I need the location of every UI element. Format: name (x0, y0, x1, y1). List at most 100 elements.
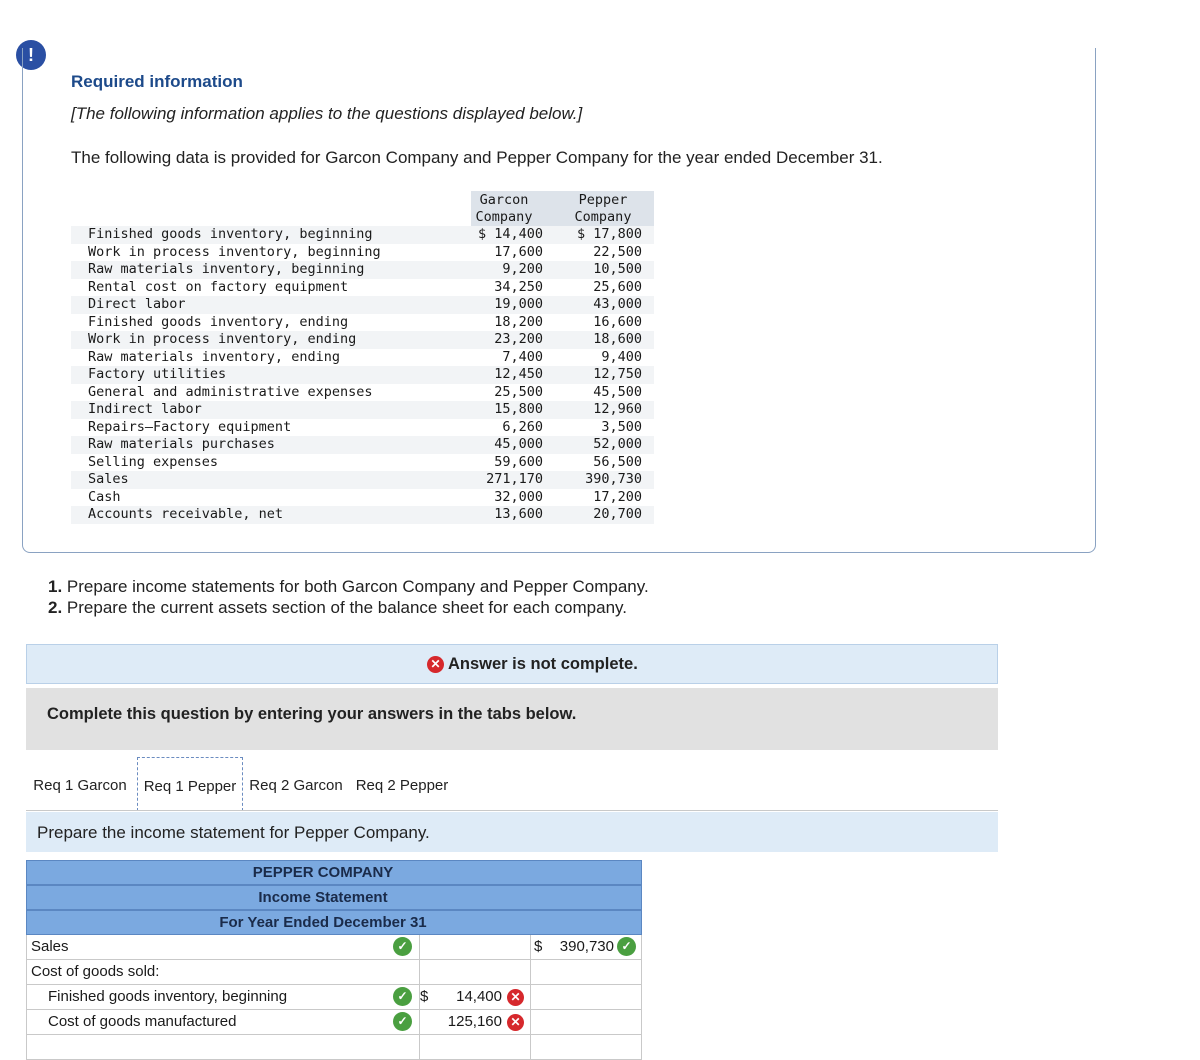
pepper-value: 20,700 (593, 506, 642, 522)
row-label: Accounts receivable, net (88, 506, 284, 522)
pepper-value: 17,200 (593, 488, 642, 505)
row-label: Indirect labor (88, 401, 202, 417)
garcon-value: 45,000 (494, 436, 543, 452)
pepper-value: 9,400 (601, 348, 642, 365)
data-table-row: Finished goods inventory, ending 18,200 16… (71, 314, 654, 332)
row-label: Raw materials inventory, beginning (88, 261, 365, 277)
data-table-row: Raw materials inventory, ending 7,400 9,40… (71, 349, 654, 367)
garcon-value: 271,170 (486, 471, 543, 487)
data-table-row: Sales 271,170 390,730 (71, 471, 654, 489)
tab-divider (26, 810, 998, 811)
pepper-value: 3,500 (601, 418, 642, 435)
pepper-value: 12,960 (593, 401, 642, 417)
fg-beginning-label[interactable]: Finished goods inventory, beginning (48, 988, 287, 1005)
garcon-value: $ 14,400 (477, 226, 543, 242)
data-table-row: Raw materials inventory, beginning 9,200 1… (71, 261, 654, 279)
data-table-row: Raw materials purchases 45,000 52,000 (71, 436, 654, 454)
row-label: General and administrative expenses (88, 383, 373, 400)
pepper-value: 390,730 (585, 471, 642, 487)
sales-label[interactable]: Sales (31, 938, 69, 955)
data-table-header: Garcon Company Pepper Company (471, 191, 654, 226)
row-label: Raw materials inventory, ending (88, 348, 340, 365)
col-header-pepper: Pepper Company (574, 192, 632, 225)
row-label: Sales (88, 471, 129, 487)
garcon-value: 59,600 (494, 453, 543, 470)
row-cogm: Cost of goods manufactured ✓ 125,160 ✕ (26, 1010, 642, 1035)
prompt-bar: Prepare the income statement for Pepper … (26, 812, 998, 852)
pepper-value: 16,600 (593, 313, 642, 330)
data-table-row: Accounts receivable, net 13,600 20,700 (71, 506, 654, 524)
garcon-value: 32,000 (494, 488, 543, 505)
cogs-label[interactable]: Cost of goods sold: (31, 963, 159, 980)
check-icon: ✓ (393, 937, 412, 956)
row-label: Finished goods inventory, ending (88, 313, 349, 330)
pepper-value: 56,500 (593, 453, 642, 470)
cogm-label[interactable]: Cost of goods manufactured (48, 1013, 236, 1030)
row-fg-beginning: Finished goods inventory, beginning ✓ $ … (26, 985, 642, 1010)
pepper-value: 18,600 (593, 331, 642, 347)
statement-title: Income Statement (26, 885, 642, 910)
garcon-value: 13,600 (494, 506, 543, 522)
garcon-value: 17,600 (494, 243, 543, 260)
garcon-value: 25,500 (494, 383, 543, 400)
garcon-value: 23,200 (494, 331, 543, 347)
pepper-value: 12,750 (593, 366, 642, 382)
data-table-row: Factory utilities 12,450 12,750 (71, 366, 654, 384)
garcon-value: 12,450 (494, 366, 543, 382)
data-table-row: Indirect labor 15,800 12,960 (71, 401, 654, 419)
incorrect-icon: ✕ (507, 1013, 524, 1031)
garcon-value: 7,400 (502, 348, 543, 365)
row-label: Repairs—Factory equipment (88, 418, 292, 435)
statement-company: PEPPER COMPANY (26, 860, 642, 885)
row-empty (26, 1035, 642, 1060)
pepper-value: 52,000 (593, 436, 642, 452)
tab-req1-garcon[interactable]: Req 1 Garcon (26, 757, 134, 811)
required-info-intro: The following data is provided for Garco… (71, 148, 883, 167)
tab-req1-pepper[interactable]: Req 1 Pepper (137, 757, 243, 811)
tab-req2-garcon[interactable]: Req 2 Garcon (246, 757, 346, 811)
check-icon: ✓ (393, 1012, 412, 1031)
instruction-2: 2. Prepare the current assets section of… (48, 598, 627, 617)
row-label: Rental cost on factory equipment (88, 278, 349, 295)
check-icon: ✓ (393, 987, 412, 1006)
row-label: Selling expenses (88, 453, 219, 470)
garcon-value: 6,260 (502, 418, 543, 435)
row-label: Raw materials purchases (88, 436, 275, 452)
pepper-value: 10,500 (593, 261, 642, 277)
complete-question-text: Complete this question by entering your … (47, 705, 577, 723)
answer-status-bar: ✕ Answer is not complete. (26, 644, 998, 684)
garcon-value: 9,200 (502, 261, 543, 277)
row-label: Factory utilities (88, 366, 227, 382)
statement-period: For Year Ended December 31 (26, 910, 642, 935)
instruction-1: 1. Prepare income statements for both Ga… (48, 577, 649, 596)
row-label: Work in process inventory, beginning (88, 243, 381, 260)
garcon-value: 19,000 (494, 296, 543, 312)
row-sales: Sales ✓ $ 390,730 ✓ (26, 935, 642, 960)
required-info-title: Required information (71, 72, 243, 91)
data-table-row: Cash 32,000 17,200 (71, 489, 654, 507)
data-table-row: Finished goods inventory, beginning $ 14,… (71, 226, 654, 244)
data-table-row: Rental cost on factory equipment 34,250 25… (71, 279, 654, 297)
data-table-row: Direct labor 19,000 43,000 (71, 296, 654, 314)
pepper-value: 22,500 (593, 243, 642, 260)
incorrect-icon: ✕ (507, 988, 524, 1006)
data-table-row: Repairs—Factory equipment 6,260 3,500 (71, 419, 654, 437)
data-table-row: Selling expenses 59,600 56,500 (71, 454, 654, 472)
answer-status-text: Answer is not complete. (447, 655, 638, 673)
data-table-row: General and administrative expenses 25,50… (71, 384, 654, 402)
garcon-value: 15,800 (494, 401, 543, 417)
row-cogs-header: Cost of goods sold: (26, 960, 642, 985)
tab-req2-pepper[interactable]: Req 2 Pepper (352, 757, 452, 811)
pepper-value: $ 17,800 (576, 226, 642, 242)
pepper-value: 43,000 (593, 296, 642, 312)
pepper-value: 25,600 (593, 278, 642, 295)
row-label: Work in process inventory, ending (88, 331, 357, 347)
pepper-value: 45,500 (593, 383, 642, 400)
row-label: Direct labor (88, 296, 186, 312)
required-info-subtitle: [The following information applies to th… (71, 104, 583, 123)
check-icon: ✓ (617, 937, 636, 956)
data-table-row: Work in process inventory, beginning 17,6… (71, 244, 654, 262)
complete-question-bar: Complete this question by entering your … (26, 688, 998, 750)
row-label: Cash (88, 488, 121, 505)
incorrect-icon: ✕ (427, 656, 444, 674)
